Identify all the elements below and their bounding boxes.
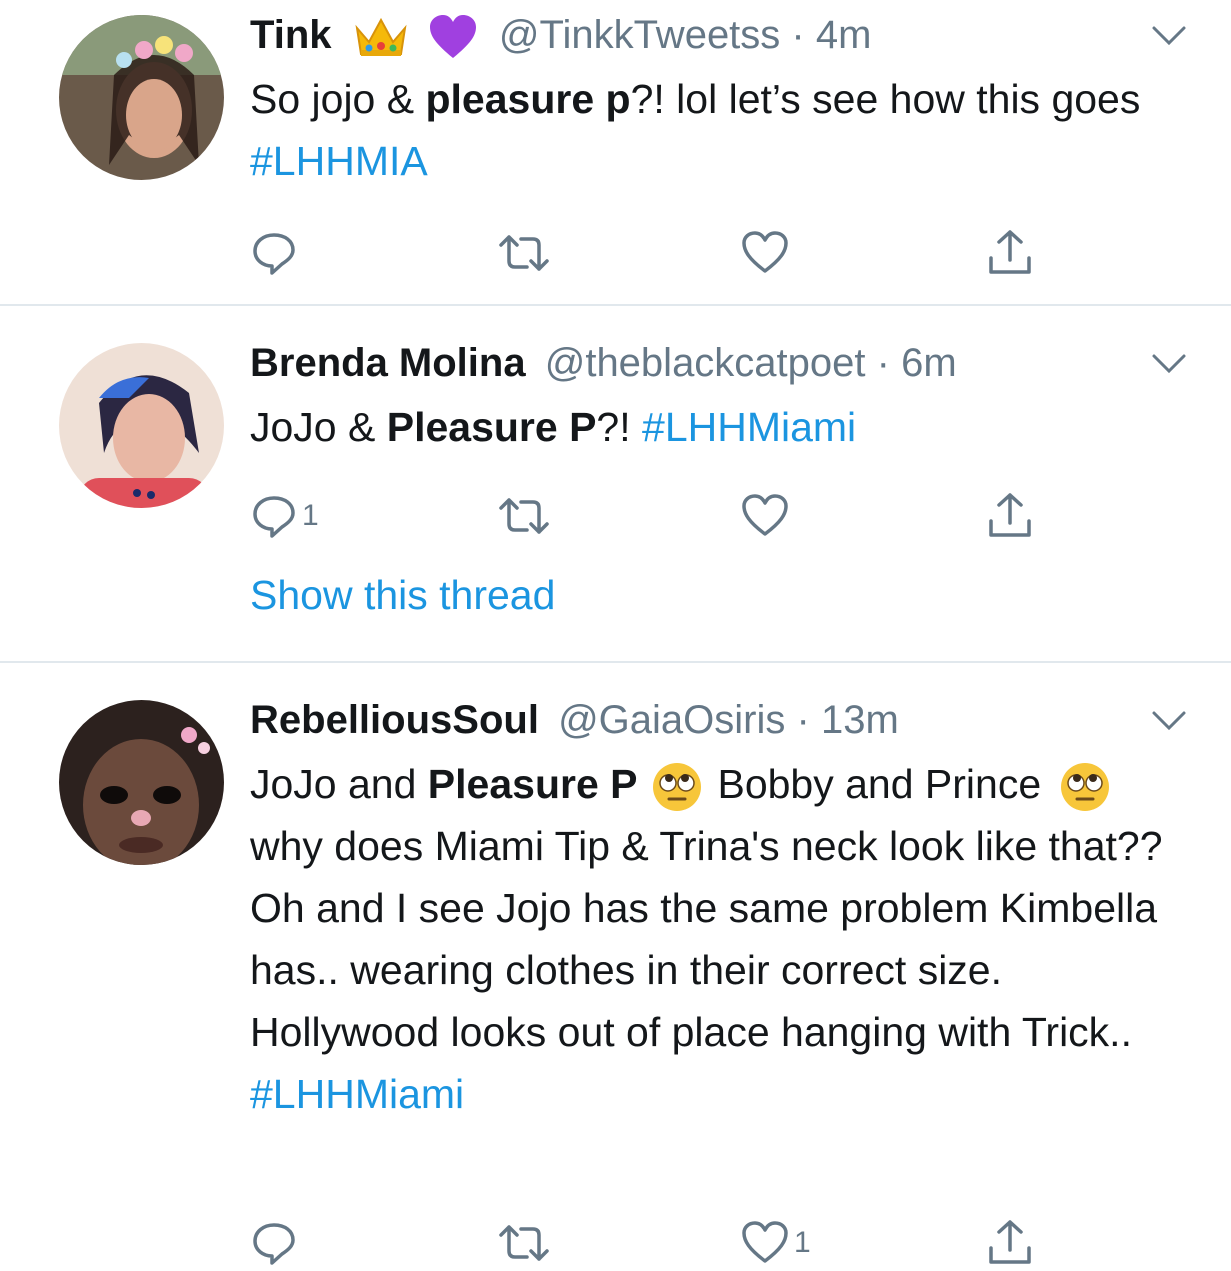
tweet-actions bbox=[250, 228, 1050, 278]
tweet-actions: 1 bbox=[250, 1218, 1050, 1268]
retweet-icon bbox=[497, 229, 551, 277]
chevron-down-icon[interactable] bbox=[1150, 350, 1188, 378]
purple-heart-emoji bbox=[428, 14, 478, 60]
separator-dot: · bbox=[876, 341, 890, 385]
tweet-3[interactable]: RebelliousSoul @GaiaOsiris · 13m JoJo an… bbox=[0, 663, 1231, 1271]
tweet-header: RebelliousSoul @GaiaOsiris · 13m bbox=[250, 694, 899, 746]
heart-icon bbox=[740, 229, 790, 277]
rolling-eyes-emoji bbox=[649, 761, 705, 813]
chevron-down-icon[interactable] bbox=[1150, 22, 1188, 50]
like-button[interactable] bbox=[740, 491, 794, 541]
like-button[interactable] bbox=[740, 228, 794, 278]
display-name[interactable]: Brenda Molina bbox=[250, 341, 526, 385]
text-part: why does Miami Tip & Trina's neck look l… bbox=[250, 823, 1163, 1055]
text-part: JoJo & bbox=[250, 404, 387, 450]
chevron-down-icon[interactable] bbox=[1150, 707, 1188, 735]
display-name[interactable]: RebelliousSoul bbox=[250, 698, 539, 742]
timestamp[interactable]: 4m bbox=[816, 13, 872, 57]
text-part: Bobby and Prince bbox=[717, 761, 1042, 807]
heart-icon bbox=[740, 492, 790, 540]
avatar[interactable] bbox=[59, 15, 224, 180]
show-thread-link[interactable]: Show this thread bbox=[250, 572, 555, 619]
heart-icon bbox=[740, 1219, 790, 1267]
avatar[interactable] bbox=[59, 700, 224, 865]
reply-icon bbox=[250, 1219, 298, 1267]
like-button[interactable]: 1 bbox=[740, 1218, 811, 1268]
text-bold: Pleasure P bbox=[427, 761, 638, 807]
text-part: ?! lol let’s see how this goes bbox=[630, 76, 1141, 122]
timestamp[interactable]: 6m bbox=[901, 341, 957, 385]
share-button[interactable] bbox=[985, 1218, 1035, 1268]
separator-dot: · bbox=[791, 13, 805, 57]
retweet-button[interactable] bbox=[497, 1218, 551, 1268]
tweet-text: So jojo & pleasure p?! lol let’s see how… bbox=[250, 68, 1190, 192]
reply-icon bbox=[250, 229, 298, 277]
like-count: 1 bbox=[794, 1226, 811, 1259]
tweet-text: JoJo & Pleasure P?! #LHHMiami bbox=[250, 396, 1190, 458]
tweet-2[interactable]: Brenda Molina @theblackcatpoet · 6m JoJo… bbox=[0, 306, 1231, 662]
handle[interactable]: @GaiaOsiris bbox=[558, 698, 785, 742]
reply-button[interactable] bbox=[250, 228, 302, 278]
text-part: So jojo & bbox=[250, 76, 426, 122]
timestamp[interactable]: 13m bbox=[821, 698, 899, 742]
tweet-text: JoJo and Pleasure P Bobby and Prince why… bbox=[250, 753, 1190, 1125]
share-icon bbox=[985, 228, 1035, 278]
tweet-header: Tink @TinkkTweetss · 4m bbox=[250, 9, 871, 61]
tweet-actions: 1 bbox=[250, 491, 1050, 541]
rolling-eyes-emoji bbox=[1057, 761, 1113, 813]
retweet-button[interactable] bbox=[497, 491, 551, 541]
share-button[interactable] bbox=[985, 491, 1035, 541]
hashtag-link[interactable]: #LHHMIA bbox=[250, 138, 428, 184]
share-icon bbox=[985, 491, 1035, 541]
reply-button[interactable]: 1 bbox=[250, 491, 319, 541]
handle[interactable]: @TinkkTweetss bbox=[499, 13, 780, 57]
text-part: JoJo and bbox=[250, 761, 428, 807]
reply-button[interactable] bbox=[250, 1218, 302, 1268]
retweet-button[interactable] bbox=[497, 228, 551, 278]
reply-icon bbox=[250, 492, 298, 540]
separator-dot: · bbox=[796, 698, 810, 742]
hashtag-link[interactable]: #LHHMiami bbox=[250, 1071, 464, 1117]
retweet-icon bbox=[497, 1219, 551, 1267]
share-button[interactable] bbox=[985, 228, 1035, 278]
text-bold: pleasure p bbox=[425, 76, 631, 122]
handle[interactable]: @theblackcatpoet bbox=[545, 341, 866, 385]
avatar[interactable] bbox=[59, 343, 224, 508]
tweet-header: Brenda Molina @theblackcatpoet · 6m bbox=[250, 337, 957, 389]
tweet-1[interactable]: Tink @TinkkTweetss · 4m So jojo & pleasu… bbox=[0, 0, 1231, 305]
reply-count: 1 bbox=[302, 499, 319, 532]
crown-emoji bbox=[353, 14, 409, 60]
share-icon bbox=[985, 1218, 1035, 1268]
hashtag-link[interactable]: #LHHMiami bbox=[642, 404, 856, 450]
text-bold: Pleasure P bbox=[386, 404, 597, 450]
text-part: ?! bbox=[596, 404, 643, 450]
display-name[interactable]: Tink bbox=[250, 13, 332, 57]
retweet-icon bbox=[497, 492, 551, 540]
